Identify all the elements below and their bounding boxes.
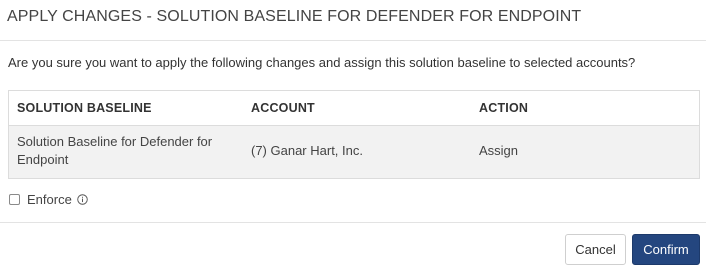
apply-changes-dialog: APPLY CHANGES - SOLUTION BASELINE FOR DE…	[0, 0, 706, 271]
cell-solution-baseline: Solution Baseline for Defender for Endpo…	[17, 134, 213, 167]
footer-divider	[0, 222, 706, 223]
confirmation-prompt: Are you sure you want to apply the follo…	[8, 55, 636, 70]
enforce-label: Enforce	[27, 191, 72, 207]
header-account: ACCOUNT	[251, 101, 315, 115]
changes-table: SOLUTION BASELINE ACCOUNT ACTION Solutio…	[8, 90, 700, 179]
enforce-option: Enforce	[9, 190, 88, 208]
table-row: Solution Baseline for Defender for Endpo…	[9, 126, 699, 178]
header-solution-baseline: SOLUTION BASELINE	[17, 101, 152, 115]
cell-account: (7) Ganar Hart, Inc.	[251, 143, 363, 158]
info-icon[interactable]	[77, 193, 88, 205]
enforce-checkbox[interactable]	[9, 193, 20, 205]
table-header: SOLUTION BASELINE ACCOUNT ACTION	[9, 91, 699, 126]
cancel-button[interactable]: Cancel	[565, 234, 626, 265]
confirm-button[interactable]: Confirm	[632, 234, 700, 265]
header-action: ACTION	[479, 101, 529, 115]
dialog-title: APPLY CHANGES - SOLUTION BASELINE FOR DE…	[7, 8, 582, 25]
cell-action: Assign	[479, 143, 519, 158]
dialog-header: APPLY CHANGES - SOLUTION BASELINE FOR DE…	[0, 0, 706, 41]
